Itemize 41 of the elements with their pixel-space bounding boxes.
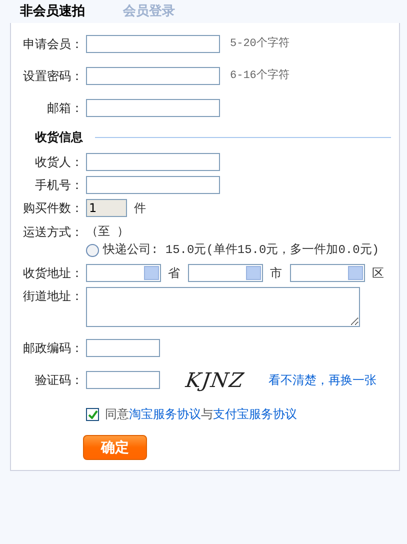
dropdown[interactable] — [86, 264, 161, 282]
confirm-button[interactable]: 确定 — [83, 435, 147, 460]
hint-text: 5-20个字符 — [230, 36, 290, 52]
quantity-field[interactable]: 1 — [86, 199, 127, 217]
agreement-text: 同意淘宝服务协议与支付宝服务协议 — [105, 406, 297, 423]
radio-button[interactable] — [86, 244, 99, 256]
input-field[interactable] — [86, 176, 220, 194]
unit-label: 件 — [134, 200, 146, 217]
tab[interactable]: 非会员速拍 — [20, 5, 85, 18]
checkbox[interactable] — [86, 408, 99, 420]
field-label: 邮政编码： — [22, 340, 83, 357]
unit-label: 省 — [168, 265, 180, 282]
dropdown[interactable] — [290, 264, 365, 282]
field-label: 收货人： — [34, 154, 83, 171]
refresh-link[interactable]: 看不清楚，再换一张 — [268, 371, 376, 389]
field-label: 运送方式： — [22, 224, 83, 241]
section-title: 收货信息 — [35, 129, 83, 146]
input-field[interactable] — [86, 99, 220, 117]
textarea-field[interactable] — [86, 287, 360, 327]
input-field[interactable] — [86, 371, 160, 389]
route-text: （至 ） — [86, 224, 130, 241]
field-label: 收货地址： — [22, 265, 83, 282]
input-field[interactable] — [86, 35, 220, 53]
hint-text: 6-16个字符 — [230, 68, 290, 84]
field-label: 设置密码： — [22, 68, 83, 85]
shipping-option: 快递公司: 15.0元(单件15.0元，多一件加0.0元) — [103, 241, 380, 259]
field-label: 购买件数： — [22, 200, 83, 217]
field-label: 邮箱： — [46, 100, 83, 117]
field-label: 手机号： — [34, 177, 83, 194]
input-field[interactable] — [86, 153, 220, 171]
agreement-link[interactable]: 支付宝服务协议 — [213, 407, 297, 421]
input-field[interactable] — [86, 339, 160, 357]
dropdown[interactable] — [188, 264, 263, 282]
field-label: 验证码： — [34, 372, 83, 389]
field-label: 街道地址： — [22, 288, 83, 305]
input-field[interactable] — [86, 67, 220, 85]
captcha-image: KJNZ — [184, 367, 246, 394]
field-label: 申请会员： — [22, 36, 83, 53]
unit-label: 区 — [372, 265, 384, 282]
agreement-link[interactable]: 淘宝服务协议 — [129, 407, 201, 421]
unit-label: 市 — [270, 265, 282, 282]
